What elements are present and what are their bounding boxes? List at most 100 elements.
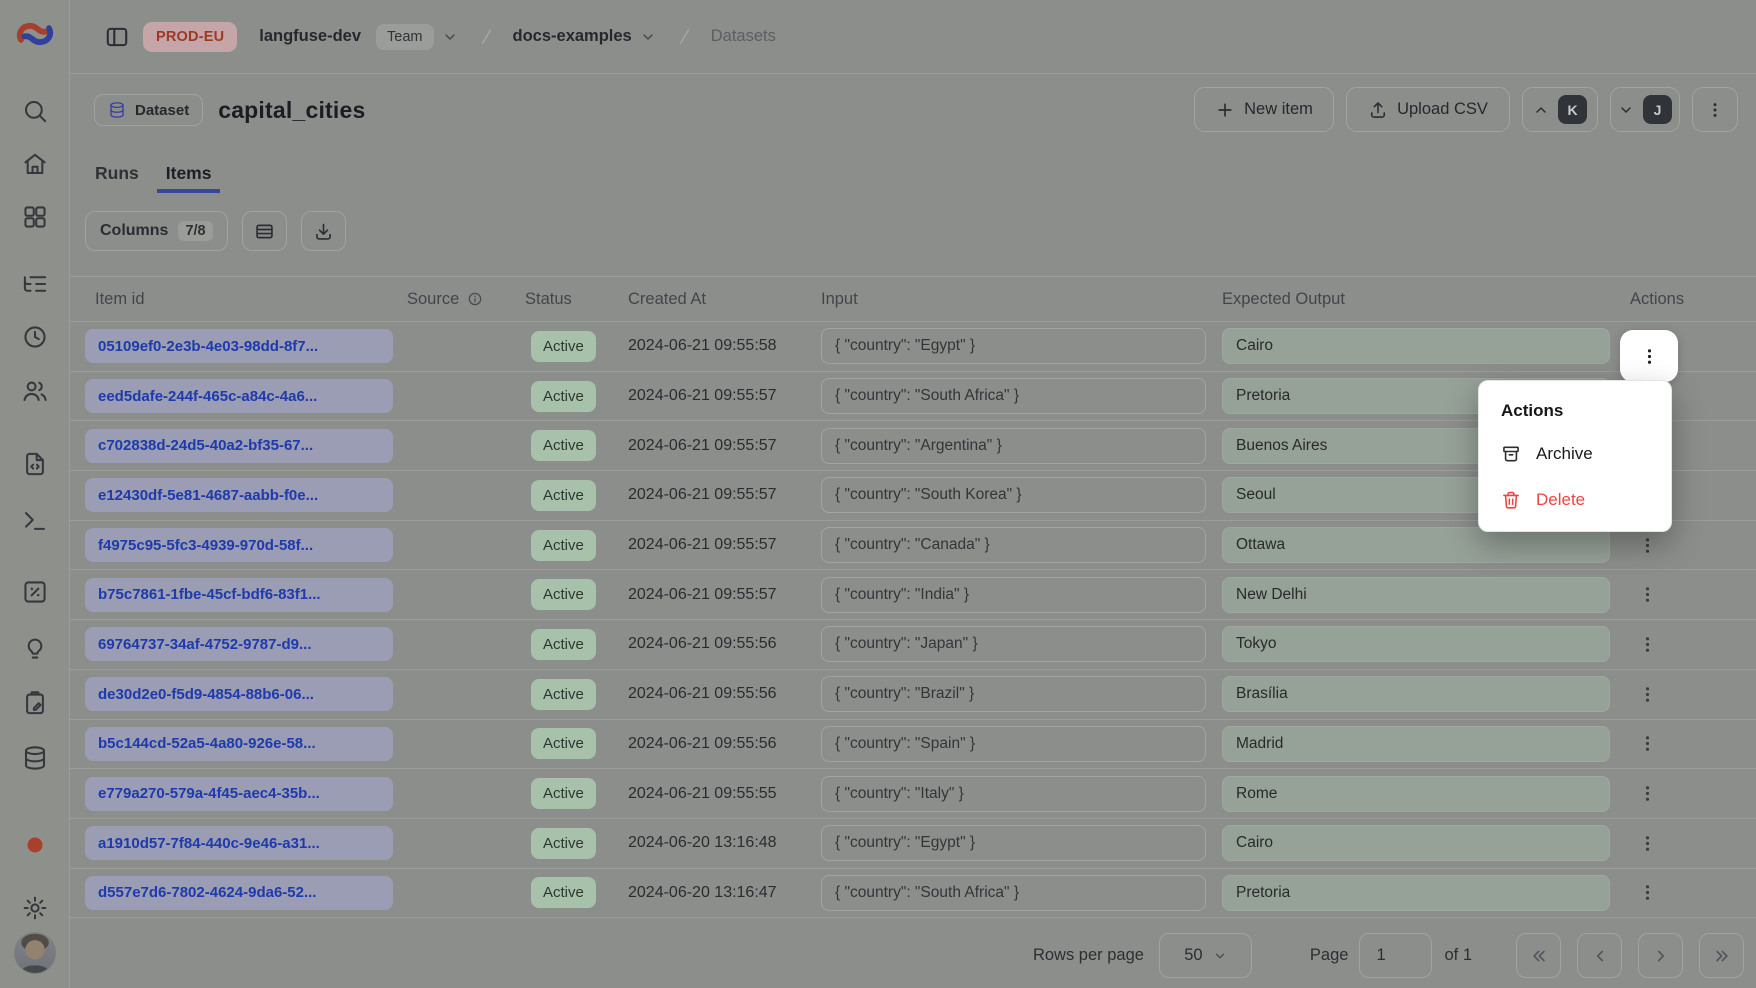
status-cell: Active: [525, 869, 628, 918]
table-row[interactable]: 69764737-34af-4752-9787-d9... Active 202…: [69, 620, 1756, 670]
status-cell: Active: [525, 570, 628, 619]
table-row[interactable]: b75c7861-1fbe-45cf-bdf6-83f1... Active 2…: [69, 570, 1756, 620]
export-button[interactable]: [301, 211, 346, 251]
table-row[interactable]: e779a270-579a-4f45-aec4-35b... Active 20…: [69, 769, 1756, 819]
rows-per-page-select[interactable]: 50: [1159, 933, 1252, 978]
input-cell: { "country": "Canada" }: [821, 527, 1206, 563]
dataset-actions-menu-button[interactable]: [1692, 87, 1738, 132]
row-height-button[interactable]: [242, 211, 287, 251]
next-page-button[interactable]: [1638, 933, 1683, 978]
table-row[interactable]: 05109ef0-2e3b-4e03-98dd-8f7... Active 20…: [69, 322, 1756, 372]
item-id-link[interactable]: 05109ef0-2e3b-4e03-98dd-8f7...: [85, 329, 393, 363]
table-row[interactable]: d557e7d6-7802-4624-9da6-52... Active 202…: [69, 869, 1756, 919]
created-at-cell: 2024-06-21 09:55:57: [628, 471, 821, 520]
status-badge: Active: [531, 877, 596, 908]
sidebar-item-prompts-icon[interactable]: [21, 451, 48, 478]
columns-button[interactable]: Columns 7/8: [85, 211, 228, 251]
rows-icon: [254, 221, 275, 242]
tab-runs[interactable]: Runs: [86, 157, 148, 193]
sidebar-item-insights-icon[interactable]: [21, 635, 48, 662]
item-id-link[interactable]: e779a270-579a-4f45-aec4-35b...: [85, 777, 393, 811]
source-cell: [407, 421, 525, 470]
source-cell: [407, 720, 525, 769]
user-avatar[interactable]: [14, 932, 56, 974]
breadcrumb-separator-icon: [674, 26, 695, 47]
sidebar-item-tracing-icon[interactable]: [21, 271, 48, 298]
project-breadcrumb[interactable]: docs-examples: [513, 27, 632, 46]
table-row[interactable]: de30d2e0-f5d9-4854-88b6-06... Active 202…: [69, 670, 1756, 720]
item-id-link[interactable]: eed5dafe-244f-465c-a84c-4a6...: [85, 379, 393, 413]
menu-item-delete[interactable]: Delete: [1487, 477, 1663, 523]
row-actions-menu-button[interactable]: [1627, 674, 1667, 714]
input-cell-wrap: { "country": "Brazil" }: [821, 670, 1222, 719]
source-cell: [407, 620, 525, 669]
row-actions-menu-button[interactable]: [1627, 873, 1667, 913]
org-breadcrumb[interactable]: langfuse-dev: [259, 27, 361, 46]
status-indicator: [27, 838, 42, 853]
row-actions-menu-button[interactable]: [1627, 624, 1667, 664]
actions-cell: [1622, 670, 1756, 719]
langfuse-logo[interactable]: [14, 13, 56, 55]
row-actions-menu-button[interactable]: [1627, 724, 1667, 764]
input-cell-wrap: { "country": "Italy" }: [821, 769, 1222, 818]
status-badge: Active: [531, 480, 596, 511]
item-id-link[interactable]: b5c144cd-52a5-4a80-926e-58...: [85, 727, 393, 761]
expected-output-cell-wrap: Rome: [1222, 769, 1622, 818]
author-avatar: J: [1643, 95, 1672, 124]
sidebar-item-home-icon[interactable]: [21, 151, 48, 178]
item-id-link[interactable]: e12430df-5e81-4687-aabb-f0e...: [85, 478, 393, 512]
page-number-input[interactable]: 1: [1359, 933, 1432, 978]
tab-items[interactable]: Items: [157, 157, 221, 193]
item-id-link[interactable]: a1910d57-7f84-440c-9e46-a31...: [85, 826, 393, 860]
item-id-link[interactable]: c702838d-24d5-40a2-bf35-67...: [85, 429, 393, 463]
sidebar-item-users-icon[interactable]: [21, 378, 48, 405]
sidebar-item-datasets-icon[interactable]: [21, 745, 48, 772]
sidebar-item-dashboards-icon[interactable]: [21, 204, 48, 231]
row-actions-menu-button[interactable]: [1627, 823, 1667, 863]
table-row[interactable]: a1910d57-7f84-440c-9e46-a31... Active 20…: [69, 819, 1756, 869]
status-badge: Active: [531, 828, 596, 859]
upload-csv-button[interactable]: Upload CSV: [1346, 87, 1510, 132]
actions-cell: [1622, 620, 1756, 669]
sidebar-item-playground-icon[interactable]: [21, 508, 48, 535]
item-id-cell: c702838d-24d5-40a2-bf35-67...: [85, 421, 407, 470]
sidebar-item-settings-icon[interactable]: [21, 895, 48, 922]
sidebar-item-search-icon[interactable]: [21, 98, 48, 125]
table-row[interactable]: b5c144cd-52a5-4a80-926e-58... Active 202…: [69, 720, 1756, 770]
status-badge: Active: [531, 679, 596, 710]
sidebar-item-sessions-icon[interactable]: [21, 324, 48, 351]
new-item-button[interactable]: New item: [1194, 87, 1334, 132]
section-breadcrumb[interactable]: Datasets: [711, 27, 776, 46]
sidebar-item-annotation-icon[interactable]: [21, 690, 48, 717]
item-id-link[interactable]: 69764737-34af-4752-9787-d9...: [85, 627, 393, 661]
source-cell: [407, 670, 525, 719]
item-id-link[interactable]: f4975c95-5fc3-4939-970d-58f...: [85, 528, 393, 562]
item-id-link[interactable]: d557e7d6-7802-4624-9da6-52...: [85, 876, 393, 910]
project-switcher-chevron-icon[interactable]: [640, 29, 656, 45]
status-badge: Active: [531, 778, 596, 809]
status-cell: Active: [525, 819, 628, 868]
item-id-link[interactable]: de30d2e0-f5d9-4854-88b6-06...: [85, 677, 393, 711]
last-page-button[interactable]: [1699, 933, 1744, 978]
sidebar-toggle-button[interactable]: [104, 24, 130, 50]
next-item-button[interactable]: J: [1610, 87, 1680, 132]
first-page-button[interactable]: [1516, 933, 1561, 978]
org-switcher-chevron-icon[interactable]: [442, 29, 458, 45]
columns-count-badge: 7/8: [178, 221, 212, 241]
item-id-link[interactable]: b75c7861-1fbe-45cf-bdf6-83f1...: [85, 578, 393, 612]
org-plan-badge[interactable]: Team: [376, 24, 433, 50]
previous-item-button[interactable]: K: [1522, 87, 1598, 132]
input-cell: { "country": "Spain" }: [821, 726, 1206, 762]
menu-item-archive[interactable]: Archive: [1487, 431, 1663, 477]
row-actions-menu-button[interactable]: [1627, 774, 1667, 814]
created-at-cell: 2024-06-21 09:55:57: [628, 421, 821, 470]
prev-page-button[interactable]: [1577, 933, 1622, 978]
row-actions-menu-button[interactable]: [1627, 575, 1667, 615]
expected-output-cell: Pretoria: [1222, 875, 1610, 911]
row-actions-menu-button-open[interactable]: [1620, 330, 1678, 382]
environment-badge: PROD-EU: [143, 22, 237, 52]
sidebar-item-evaluation-icon[interactable]: [21, 579, 48, 606]
actions-cell: [1622, 819, 1756, 868]
item-id-cell: b75c7861-1fbe-45cf-bdf6-83f1...: [85, 570, 407, 619]
input-cell-wrap: { "country": "South Africa" }: [821, 372, 1222, 421]
